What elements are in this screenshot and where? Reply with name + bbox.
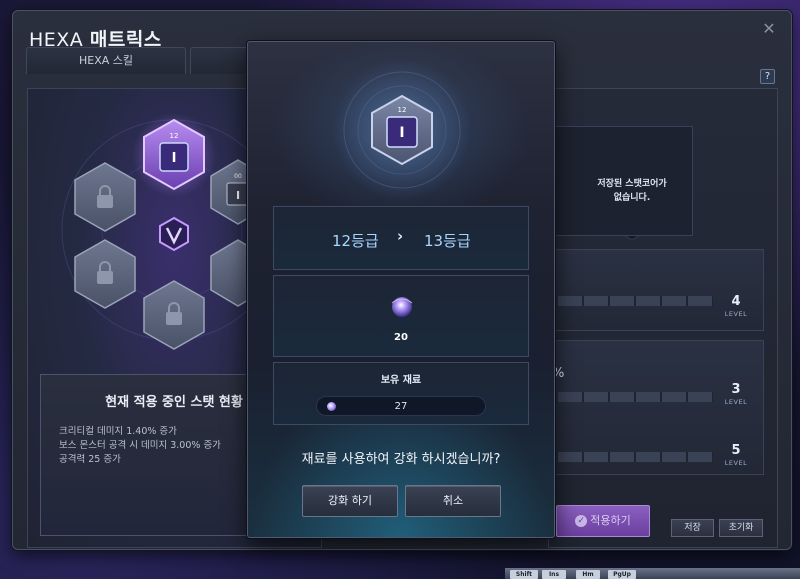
required-material-box: 20 [273,275,529,357]
close-icon[interactable]: ✕ [761,21,777,37]
tab-secondary[interactable] [190,47,250,74]
grade-change-box: 12등급 › 13등급 [273,206,529,270]
stored-stat-core-message: 저장된 스탯코어가 없습니다. [592,177,672,205]
quickslot-key[interactable]: PgUp [608,570,636,579]
arrow-right-icon: › [397,227,404,245]
quickslot-key[interactable]: Shift [510,570,538,579]
stat-level-word-1: LEVEL [724,310,748,318]
help-button[interactable]: ? [760,69,775,84]
stat-bar-1 [558,296,713,306]
stat-level-word-3: LEVEL [724,459,748,467]
material-count: 20 [394,332,408,343]
stat-bar-3 [558,452,713,462]
status-line: 보스 몬스터 공격 시 데미지 3.00% 증가 [59,440,221,451]
owned-material-box: 보유 재료 27 [273,362,529,425]
storage-line-1: 저장된 스탯코어가 [597,179,667,189]
enhance-button[interactable]: 강화 하기 [302,485,398,517]
stat-level-3: 5 [731,443,741,458]
cancel-button[interactable]: 취소 [405,485,501,517]
grade-to: 13등급 [424,232,471,250]
save-button[interactable]: 저장 [671,519,714,537]
stat-level-word-2: LEVEL [724,398,748,406]
owned-material-pill: 27 [316,396,486,416]
stat-row-1[interactable] [555,249,764,331]
confirm-message: 재료를 사용하여 강화 하시겠습니까? [301,452,501,467]
material-icon [391,297,413,317]
enhance-dialog: I 12 12등급 › 13등급 20 보유 재료 27 재료를 사용하여 강화… [247,41,555,538]
owned-material-title: 보유 재료 [380,375,422,386]
svg-text:I: I [236,189,240,202]
svg-text:I: I [172,151,177,166]
apply-label: 적용하기 [590,514,631,527]
grade-from: 12등급 [332,232,379,250]
stat-bar-2 [558,392,713,402]
reset-button[interactable]: 초기화 [719,519,763,537]
storage-line-2: 없습니다. [613,193,651,203]
hex-node-selected[interactable]: I [132,113,216,197]
svg-text:I: I [399,125,404,141]
owned-material-count: 27 [394,401,408,412]
dialog-skill-icon-area: I [332,60,472,200]
stat-level-2: 3 [731,382,741,397]
stat-level-1: 4 [731,294,741,309]
tab-hexa-skill-label: HEXA 스킬 [78,54,134,67]
status-line: 크리티컬 데미지 1.40% 증가 [59,426,177,437]
check-icon: ✓ [575,515,588,527]
tab-hexa-skill[interactable]: HEXA 스킬 [26,47,186,74]
quickslot-key[interactable]: Hm [576,570,600,579]
apply-button[interactable]: ✓ 적용하기 [556,505,650,537]
status-line: 공격력 25 증가 [59,454,121,465]
status-lines: 크리티컬 데미지 1.40% 증가 보스 몬스터 공격 시 데미지 3.00% … [59,425,221,467]
quickslot-key[interactable]: Ins [542,570,566,579]
dialog-icon-level: 12 [397,106,407,114]
